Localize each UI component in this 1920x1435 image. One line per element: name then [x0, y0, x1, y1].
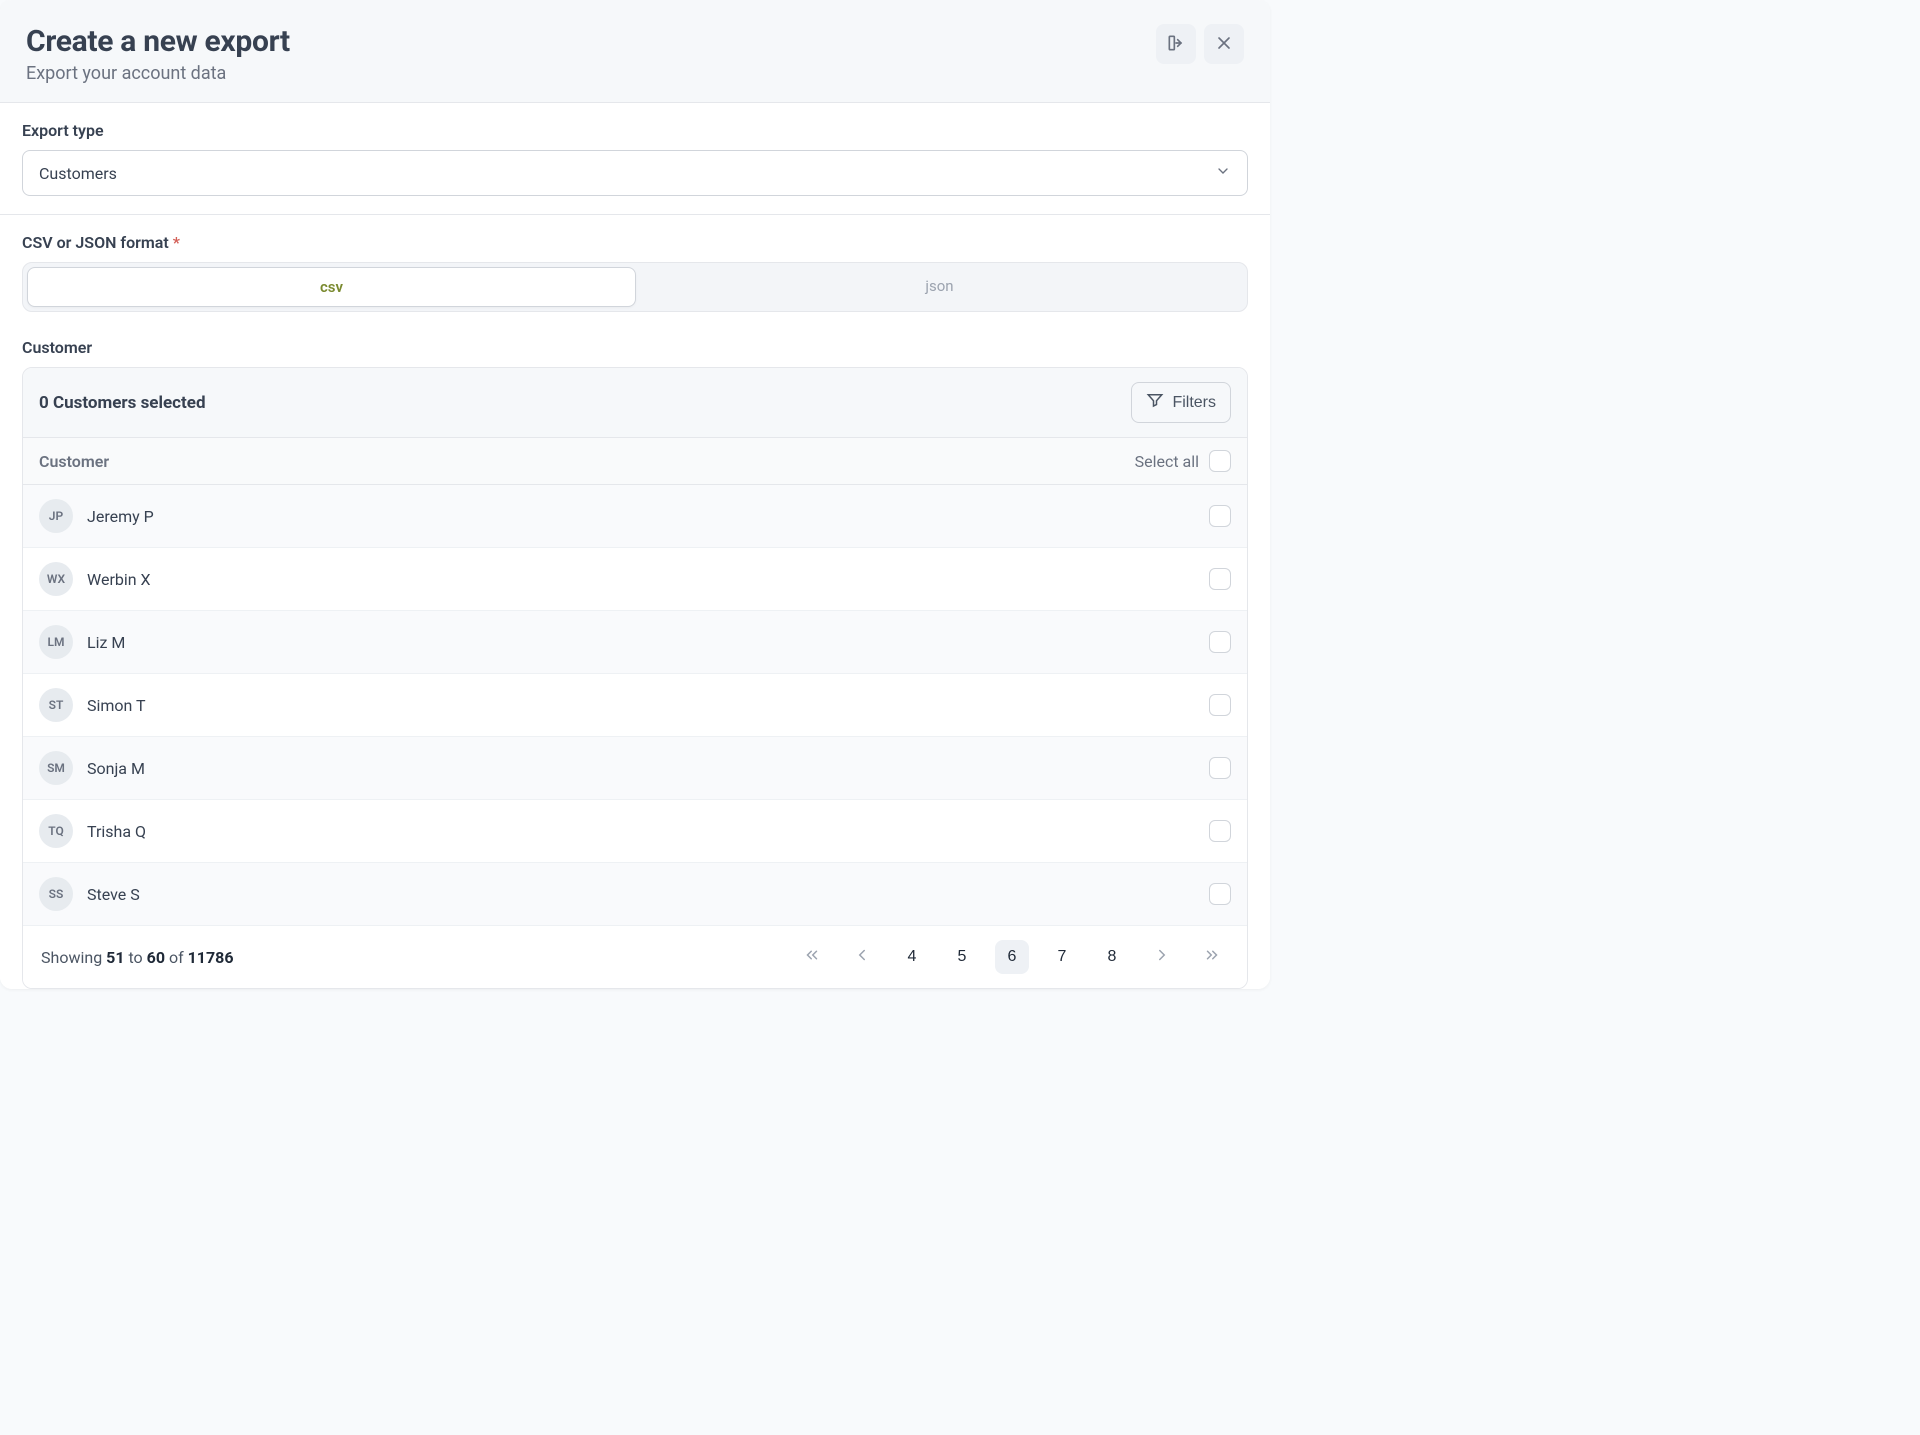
filter-icon [1146, 391, 1164, 414]
row-checkbox[interactable] [1209, 694, 1231, 716]
table-row[interactable]: SM Sonja M [23, 737, 1247, 800]
table-row[interactable]: LM Liz M [23, 611, 1247, 674]
chevron-down-icon [1215, 163, 1231, 183]
avatar: SM [39, 751, 73, 785]
table-row[interactable]: WX Werbin X [23, 548, 1247, 611]
page-subtitle: Export your account data [26, 63, 290, 84]
filters-button[interactable]: Filters [1131, 382, 1231, 423]
customer-name: Simon T [87, 696, 146, 715]
customer-name: Jeremy P [87, 507, 154, 526]
expand-icon [1166, 33, 1186, 56]
column-header-customer: Customer [39, 452, 109, 471]
format-segmented-control: csv json [22, 262, 1248, 312]
next-page-button[interactable] [1145, 940, 1179, 974]
avatar: ST [39, 688, 73, 722]
row-checkbox[interactable] [1209, 631, 1231, 653]
expand-sidebar-button[interactable] [1156, 24, 1196, 64]
selected-count: 0 Customers selected [39, 393, 206, 413]
required-indicator: * [173, 233, 180, 252]
close-icon [1214, 33, 1234, 56]
first-page-button-icon [803, 946, 821, 969]
page-button-8[interactable]: 8 [1095, 940, 1129, 974]
first-page-button[interactable] [795, 940, 829, 974]
divider [0, 214, 1270, 215]
page-button-5[interactable]: 5 [945, 940, 979, 974]
page-button-6[interactable]: 6 [995, 940, 1029, 974]
prev-page-button[interactable] [845, 940, 879, 974]
page-title: Create a new export [26, 24, 290, 59]
last-page-button-icon [1203, 946, 1221, 969]
avatar: SS [39, 877, 73, 911]
next-page-button-icon [1153, 946, 1171, 969]
format-label: CSV or JSON format * [22, 233, 1248, 252]
table-row[interactable]: TQ Trisha Q [23, 800, 1247, 863]
customer-name: Trisha Q [87, 822, 146, 841]
row-checkbox[interactable] [1209, 505, 1231, 527]
modal-header: Create a new export Export your account … [0, 0, 1270, 103]
avatar: JP [39, 499, 73, 533]
customer-name: Sonja M [87, 759, 145, 778]
prev-page-button-icon [853, 946, 871, 969]
select-all-checkbox[interactable] [1209, 450, 1231, 472]
filters-label: Filters [1172, 394, 1216, 412]
format-option-csv[interactable]: csv [27, 267, 636, 307]
export-type-value: Customers [39, 164, 117, 183]
pagination-info: Showing 51 to 60 of 11786 [41, 948, 234, 967]
row-checkbox[interactable] [1209, 568, 1231, 590]
avatar: LM [39, 625, 73, 659]
last-page-button[interactable] [1195, 940, 1229, 974]
table-row[interactable]: ST Simon T [23, 674, 1247, 737]
row-checkbox[interactable] [1209, 883, 1231, 905]
avatar: WX [39, 562, 73, 596]
row-checkbox[interactable] [1209, 820, 1231, 842]
table-row[interactable]: SS Steve S [23, 863, 1247, 926]
export-type-label: Export type [22, 121, 1248, 140]
avatar: TQ [39, 814, 73, 848]
customer-name: Liz M [87, 633, 125, 652]
close-button[interactable] [1204, 24, 1244, 64]
page-button-7[interactable]: 7 [1045, 940, 1079, 974]
customer-section-label: Customer [22, 338, 1248, 357]
customer-name: Steve S [87, 885, 140, 904]
row-checkbox[interactable] [1209, 757, 1231, 779]
select-all-label: Select all [1135, 452, 1199, 471]
export-type-select[interactable]: Customers [22, 150, 1248, 196]
table-row[interactable]: JP Jeremy P [23, 485, 1247, 548]
customer-name: Werbin X [87, 570, 151, 589]
format-option-json[interactable]: json [636, 267, 1243, 307]
page-button-4[interactable]: 4 [895, 940, 929, 974]
